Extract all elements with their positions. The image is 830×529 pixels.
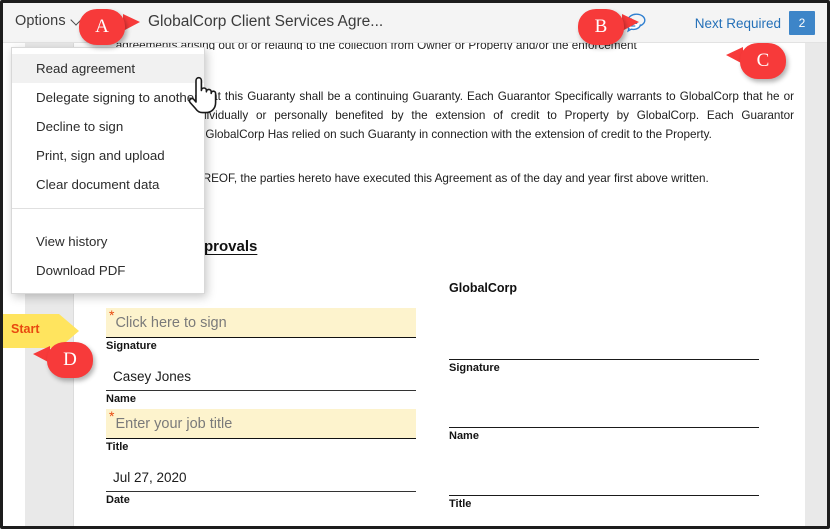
client-date-input[interactable]: Jul 27, 2020 xyxy=(106,463,416,492)
callout-tail xyxy=(622,14,639,31)
client-date-label: Date xyxy=(106,494,130,506)
client-name-row: Casey Jones Name xyxy=(106,362,416,405)
client-title-label: Title xyxy=(106,441,129,453)
required-asterisk-icon: * xyxy=(109,307,115,323)
next-required-link[interactable]: Next Required xyxy=(695,16,781,31)
callout-letter: B xyxy=(594,16,608,37)
globalcorp-signature-label: Signature xyxy=(449,362,500,374)
next-required-count-badge[interactable]: 2 xyxy=(789,11,815,35)
annotation-callout-d: D xyxy=(33,342,93,378)
client-name-label: Name xyxy=(106,393,136,405)
callout-tail xyxy=(123,14,140,31)
client-signature-input[interactable]: * Click here to sign xyxy=(106,308,416,338)
party-name-globalcorp: GlobalCorp xyxy=(449,281,518,295)
globalcorp-date-input[interactable] xyxy=(449,520,759,526)
menu-item-print-sign-upload[interactable]: Print, sign and upload xyxy=(12,141,204,170)
options-menu-button[interactable]: Options xyxy=(15,13,83,29)
client-date-value: Jul 27, 2020 xyxy=(113,469,187,485)
globalcorp-name-row: Name xyxy=(449,384,759,442)
callout-letter: D xyxy=(63,349,77,370)
menu-item-read-agreement[interactable]: Read agreement xyxy=(12,54,204,83)
callout-letter: A xyxy=(95,16,109,37)
callout-letter: C xyxy=(756,50,770,71)
document-paragraph-1: It is contemplated that this Guaranty sh… xyxy=(104,90,794,141)
options-label: Options xyxy=(15,13,66,29)
menu-item-delegate-signing[interactable]: Delegate signing to another xyxy=(12,83,204,112)
page-title: GlobalCorp Client Services Agre... xyxy=(148,13,384,30)
annotation-callout-b: B xyxy=(578,9,639,45)
document-clipped-line: …agreements arising out of or relating t… xyxy=(104,43,637,50)
globalcorp-title-row: Title xyxy=(449,452,759,510)
annotation-callout-a: A xyxy=(79,9,140,45)
options-dropdown-menu[interactable]: Read agreement Delegate signing to anoth… xyxy=(11,47,205,294)
globalcorp-name-input[interactable] xyxy=(449,384,759,428)
client-title-input[interactable]: * Enter your job title xyxy=(106,409,416,439)
menu-item-view-history[interactable]: View history xyxy=(12,227,204,256)
globalcorp-signature-row: Signature xyxy=(449,308,759,374)
client-date-row: Jul 27, 2020 Date xyxy=(106,463,416,506)
menu-divider xyxy=(12,208,204,209)
globalcorp-name-label: Name xyxy=(449,430,479,442)
signature-block-globalcorp: GlobalCorp Signature Name Title Date xyxy=(449,281,759,526)
start-flag-label: Start xyxy=(11,322,40,336)
annotation-callout-c: C xyxy=(726,43,786,79)
client-name-input[interactable]: Casey Jones xyxy=(106,362,416,391)
client-title-placeholder: Enter your job title xyxy=(115,415,233,432)
globalcorp-date-row: Date xyxy=(449,520,759,526)
client-signature-placeholder: Click here to sign xyxy=(115,314,227,331)
document-paragraph-2: IN WITNESS WHEREOF, the parties hereto h… xyxy=(104,172,709,185)
client-signature-row: * Click here to sign Signature xyxy=(106,308,416,352)
globalcorp-title-label: Title xyxy=(449,498,472,510)
menu-item-download-pdf[interactable]: Download PDF xyxy=(12,256,204,285)
signature-block-client: Client * Click here to sign Signature Ca… xyxy=(106,281,416,510)
required-asterisk-icon: * xyxy=(109,408,115,424)
client-name-value: Casey Jones xyxy=(113,368,192,384)
globalcorp-title-input[interactable] xyxy=(449,452,759,496)
menu-item-decline-to-sign[interactable]: Decline to sign xyxy=(12,112,204,141)
client-title-row: * Enter your job title Title xyxy=(106,409,416,453)
menu-item-clear-document-data[interactable]: Clear document data xyxy=(12,170,204,199)
app-window: …agreements arising out of or relating t… xyxy=(0,0,830,529)
client-signature-label: Signature xyxy=(106,340,157,352)
globalcorp-signature-input[interactable] xyxy=(449,308,759,360)
